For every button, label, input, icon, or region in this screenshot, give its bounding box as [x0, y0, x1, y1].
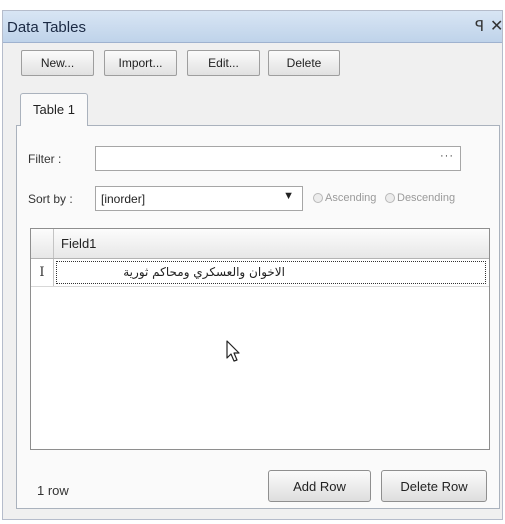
panel-titlebar[interactable]: Data Tables ꟼ ✕: [3, 11, 503, 43]
mouse-cursor-icon: [226, 340, 240, 362]
sort-by-value: [inorder]: [101, 192, 146, 206]
new-button[interactable]: New...: [21, 50, 94, 76]
ellipsis-icon[interactable]: ···: [440, 150, 454, 162]
close-icon[interactable]: ✕: [490, 16, 503, 36]
delete-row-button[interactable]: Delete Row: [381, 470, 487, 502]
delete-button[interactable]: Delete: [268, 50, 340, 76]
edit-button[interactable]: Edit...: [187, 50, 260, 76]
panel-title: Data Tables: [7, 19, 86, 36]
sort-by-select[interactable]: [inorder] ▼: [95, 186, 303, 211]
table-row[interactable]: I الاخوان والعسكري ومحاكم ثورية: [31, 259, 489, 287]
descending-label: Descending: [397, 192, 456, 204]
grid-header: Field1: [31, 229, 489, 259]
filter-label: Filter :: [28, 152, 62, 166]
ascending-radio[interactable]: [313, 193, 323, 203]
ascending-label: Ascending: [325, 192, 377, 204]
row-edit-marker-icon[interactable]: I: [31, 259, 54, 286]
row-count: 1 row: [37, 483, 69, 498]
filter-input[interactable]: ···: [95, 146, 461, 171]
sort-by-label: Sort by :: [28, 192, 73, 206]
grid-corner[interactable]: [31, 229, 54, 258]
pin-icon[interactable]: ꟼ: [475, 17, 484, 35]
table-cell-field1[interactable]: الاخوان والعسكري ومحاكم ثورية: [56, 261, 486, 284]
tab-table-1[interactable]: Table 1: [20, 93, 88, 126]
import-button[interactable]: Import...: [104, 50, 177, 76]
data-grid[interactable]: Field1 I الاخوان والعسكري ومحاكم ثورية: [30, 228, 490, 450]
column-header-field1[interactable]: Field1: [61, 236, 96, 251]
descending-radio[interactable]: [385, 193, 395, 203]
chevron-down-icon[interactable]: ▼: [283, 190, 294, 202]
add-row-button[interactable]: Add Row: [268, 470, 371, 502]
